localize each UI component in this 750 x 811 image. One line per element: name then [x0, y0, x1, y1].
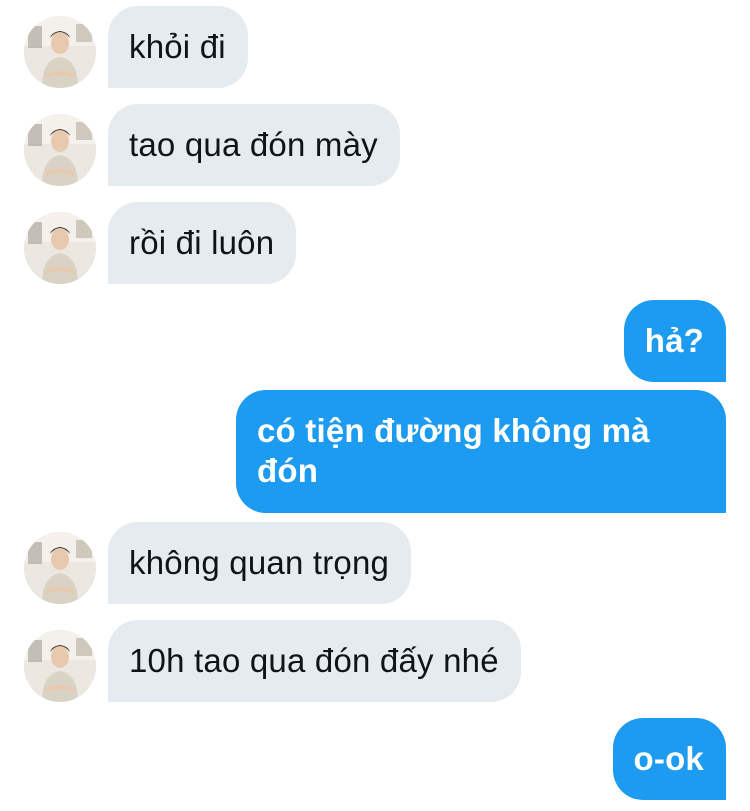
avatar-photo-icon [24, 212, 96, 284]
message-text: khỏi đi [129, 28, 226, 65]
avatar-photo-icon [24, 114, 96, 186]
sent-message-bubble[interactable]: có tiện đường không mà đón [236, 390, 726, 513]
contact-avatar[interactable] [24, 114, 96, 186]
message-text: rồi đi luôn [129, 224, 275, 261]
contact-avatar[interactable] [24, 16, 96, 88]
received-message-bubble[interactable]: tao qua đón mày [108, 104, 400, 186]
contact-avatar[interactable] [24, 630, 96, 702]
message-text: 10h tao qua đón đấy nhé [129, 642, 499, 679]
message-text: hả? [644, 322, 704, 359]
received-message-bubble[interactable]: khỏi đi [108, 6, 248, 88]
sent-message-bubble[interactable]: o-ok [612, 718, 726, 800]
contact-avatar[interactable] [24, 212, 96, 284]
message-text: o-ok [633, 740, 704, 777]
avatar-photo-icon [24, 532, 96, 604]
contact-avatar[interactable] [24, 532, 96, 604]
message-text-line-2: đón [257, 452, 319, 489]
message-text-line-1: có tiện đường không mà [257, 412, 650, 449]
received-message-bubble[interactable]: rồi đi luôn [108, 202, 297, 284]
avatar-photo-icon [24, 16, 96, 88]
message-text: tao qua đón mày [129, 126, 378, 163]
received-message-bubble[interactable]: 10h tao qua đón đấy nhé [108, 620, 521, 702]
avatar-photo-icon [24, 630, 96, 702]
message-text: không quan trọng [129, 544, 390, 581]
received-message-bubble[interactable]: không quan trọng [108, 522, 412, 604]
sent-message-bubble[interactable]: hả? [623, 300, 726, 382]
